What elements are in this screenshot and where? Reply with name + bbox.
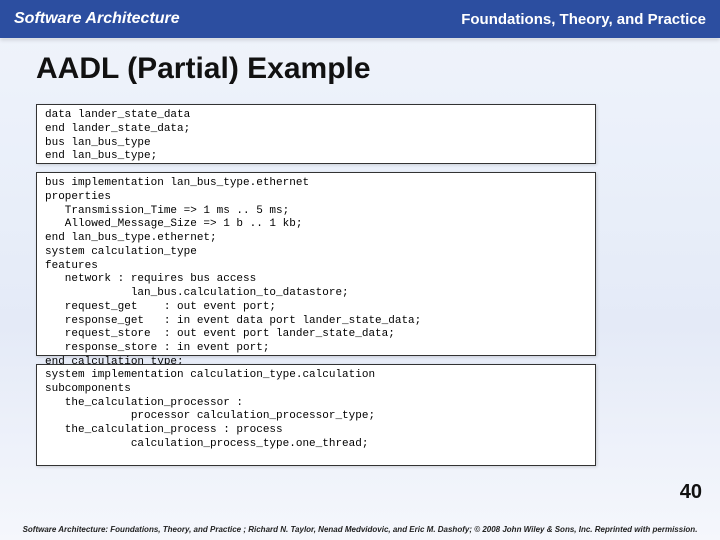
- slide-title: AADL (Partial) Example: [36, 52, 371, 86]
- header-right: Foundations, Theory, and Practice: [461, 11, 706, 28]
- page-number: 40: [680, 481, 702, 504]
- code-block-1: data lander_state_data end lander_state_…: [36, 104, 596, 164]
- code-block-3: system implementation calculation_type.c…: [36, 364, 596, 466]
- header-left: Software Architecture: [14, 10, 180, 28]
- code-block-2: bus implementation lan_bus_type.ethernet…: [36, 172, 596, 356]
- header-bar: Software Architecture Foundations, Theor…: [0, 0, 720, 38]
- footer-citation: Software Architecture: Foundations, Theo…: [0, 525, 720, 534]
- slide: Software Architecture Foundations, Theor…: [0, 0, 720, 540]
